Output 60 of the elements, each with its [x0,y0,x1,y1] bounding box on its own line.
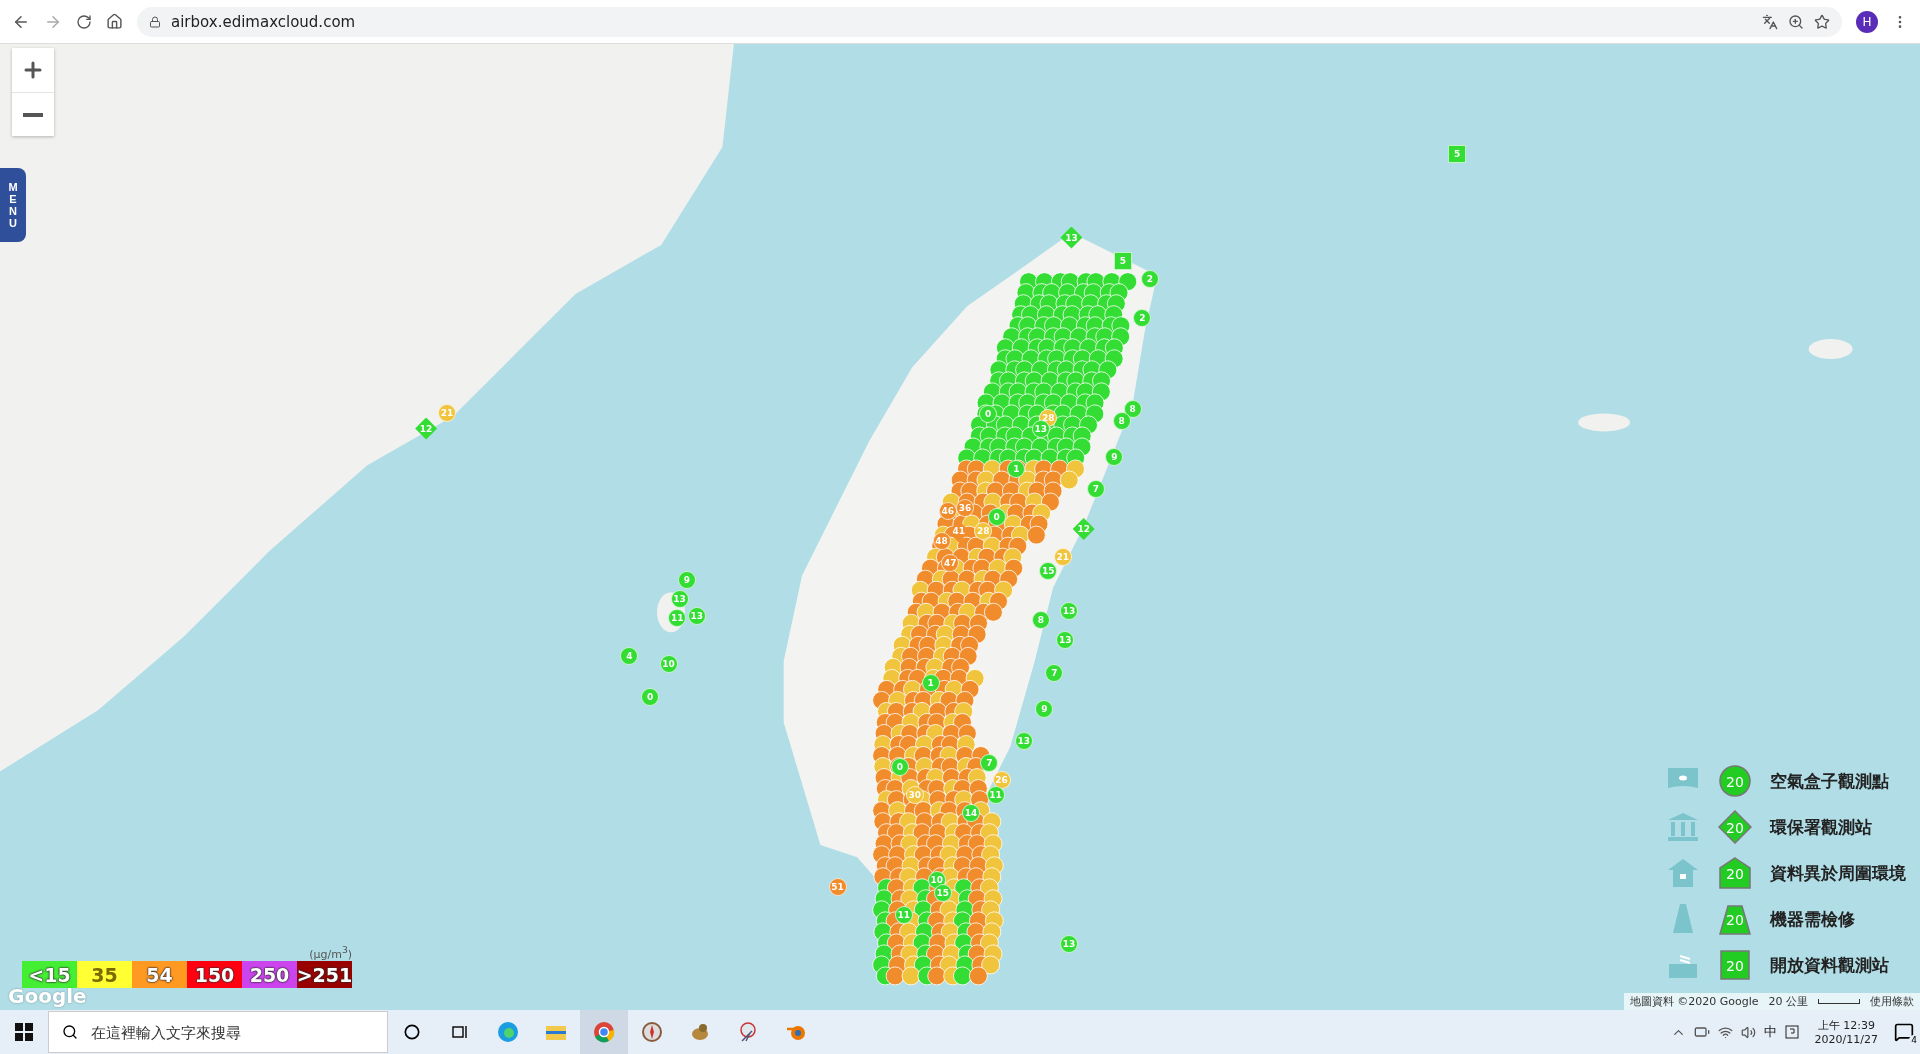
scale-step: 35 [77,961,132,988]
scale-step: 250 [242,961,297,988]
input-method-indicator[interactable]: 中 [1763,1023,1777,1041]
home-icon[interactable] [106,13,123,30]
scale-bar-icon [1818,999,1860,1004]
islet-shape [1578,413,1631,432]
scale-distance-text: 20 公里 [1768,994,1808,1009]
legend-label: 空氣盒子觀測點 [1770,769,1889,793]
marker-sample-icon: 20 [1718,948,1752,982]
marker-sample-icon: 20 [1718,856,1752,890]
map-marker[interactable]: 5 [1448,145,1467,164]
battery-icon[interactable] [1693,1024,1710,1040]
wifi-icon[interactable] [1717,1024,1733,1040]
map-marker[interactable]: 9 [1035,699,1054,718]
scale-step: 54 [132,961,187,988]
menu-tab[interactable]: MENU [0,168,26,242]
taskbar-search-field[interactable]: 在這裡輸入文字來搜尋 [48,1011,388,1053]
translate-icon[interactable] [1762,13,1778,30]
building-icon [1666,810,1700,844]
reload-icon[interactable] [76,13,92,30]
map-marker[interactable]: 13 [1056,631,1075,650]
url-text: airbox.edimaxcloud.com [171,12,356,31]
profile-avatar[interactable]: H [1856,10,1878,33]
scale-step: <15 [22,961,77,988]
search-icon [62,1024,78,1040]
keyboard-mode-icon[interactable] [1784,1025,1799,1039]
map-marker[interactable]: 0 [641,687,660,706]
map-marker[interactable]: 5 [1113,251,1132,270]
map-marker[interactable]: 13 [1059,935,1078,954]
islet-shape [1808,339,1853,359]
minus-icon [23,112,43,117]
scale-step: 150 [187,961,242,988]
map-marker[interactable]: 13 [687,606,706,625]
map-marker[interactable]: 9 [677,571,696,590]
map-marker[interactable]: 10 [659,654,678,673]
marker-sample-icon: 20 [1718,764,1752,798]
map-marker[interactable]: 4 [620,647,639,666]
legend-label: 資料異於周圍環境 [1770,861,1906,885]
zoom-icon[interactable] [1788,13,1804,30]
legend-label: 機器需檢修 [1770,907,1855,931]
house-icon [1666,856,1700,890]
lock-icon [149,15,161,28]
terms-link[interactable]: 使用條款 [1870,994,1914,1009]
zoom-out-button[interactable] [12,92,54,136]
legend-label: 環保署觀測站 [1770,815,1872,839]
unit-label: (μg/m$^{3}$) [309,944,352,961]
address-bar[interactable]: airbox.edimaxcloud.com [137,6,1842,37]
marker-sample-icon: 20 [1718,902,1752,936]
map-marker[interactable]: 7 [1045,664,1064,683]
taskbar-clock[interactable]: 上午 12:39 2020/11/27 [1814,1018,1878,1046]
volume-icon[interactable] [1740,1024,1756,1040]
marker-sample-icon: 20 [1718,810,1752,844]
map-marker[interactable]: 13 [1014,731,1033,750]
scale-step: >251 [297,961,352,988]
map-marker[interactable]: 13 [1059,602,1078,620]
attribution-text: 地圖資料 ©2020 Google [1629,994,1759,1009]
zoom-in-button[interactable] [12,48,54,92]
legend-label: 開放資料觀測站 [1770,953,1889,977]
star-icon[interactable] [1814,13,1830,30]
map-marker[interactable]: 51 [828,877,847,896]
